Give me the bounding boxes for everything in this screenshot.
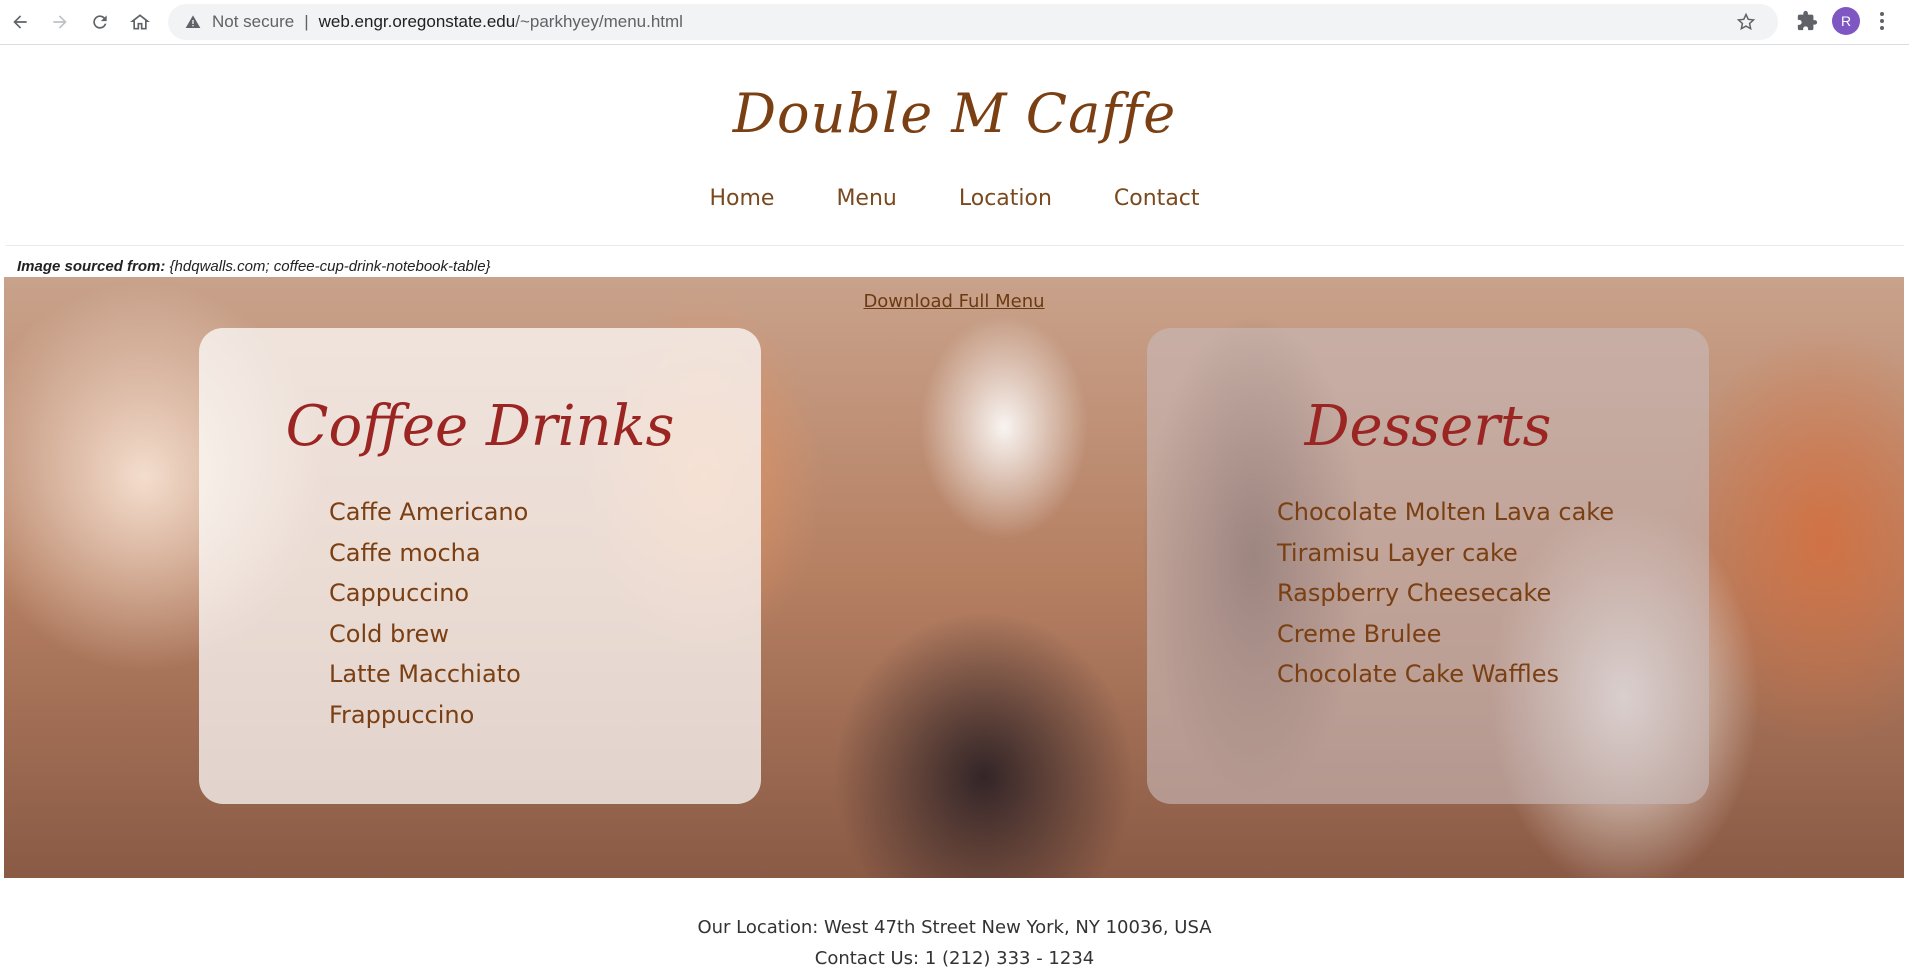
- image-credit: Image sourced from: {hdqwalls.com; coffe…: [17, 258, 491, 275]
- footer: Our Location: West 47th Street New York,…: [0, 912, 1909, 974]
- nav-menu[interactable]: Menu: [836, 186, 896, 211]
- coffee-drinks-heading: Coffee Drinks: [285, 394, 675, 459]
- nav-home[interactable]: Home: [709, 186, 774, 211]
- list-item: Chocolate Molten Lava cake: [1277, 498, 1615, 526]
- site-nav: Home Menu Location Contact: [0, 186, 1909, 211]
- security-label[interactable]: Not secure: [212, 12, 294, 32]
- address-bar[interactable]: Not secure | web.engr.oregonstate.edu/~p…: [168, 4, 1778, 40]
- desserts-heading: Desserts: [1304, 394, 1552, 459]
- list-item: Cold brew: [329, 619, 449, 648]
- header-divider: [5, 245, 1904, 246]
- url-text[interactable]: web.engr.oregonstate.edu/~parkhyey/menu.…: [319, 12, 683, 32]
- menu-hero-image: Download Full Menu Coffee Drinks Caffe A…: [4, 277, 1904, 878]
- list-item: Frappuccino: [329, 700, 475, 729]
- list-item: Caffe Americano: [329, 498, 529, 526]
- kebab-menu-icon[interactable]: [1876, 10, 1888, 32]
- list-item: Caffe mocha: [329, 538, 481, 567]
- home-icon[interactable]: [126, 8, 154, 36]
- coffee-drinks-card: Coffee Drinks Caffe Americano Caffe moch…: [199, 328, 761, 804]
- nav-contact[interactable]: Contact: [1114, 186, 1200, 211]
- star-icon[interactable]: [1736, 12, 1756, 32]
- reload-icon[interactable]: [86, 8, 114, 36]
- url-host: web.engr.oregonstate.edu: [318, 12, 516, 31]
- url-path: /~parkhyey/menu.html: [515, 12, 683, 31]
- list-item: Tiramisu Layer cake: [1277, 538, 1518, 567]
- list-item: Latte Macchiato: [329, 660, 521, 689]
- list-item: Creme Brulee: [1277, 619, 1442, 648]
- back-icon[interactable]: [6, 8, 34, 36]
- image-credit-label: Image sourced from:: [17, 258, 166, 275]
- list-item: Cappuccino: [329, 579, 470, 608]
- nav-location[interactable]: Location: [959, 186, 1052, 211]
- puzzle-icon[interactable]: [1796, 10, 1818, 32]
- footer-location: Our Location: West 47th Street New York,…: [697, 917, 1212, 938]
- warning-icon: [184, 13, 202, 31]
- list-item: Chocolate Cake Waffles: [1277, 660, 1559, 689]
- coffee-drinks-list: Caffe Americano Caffe mocha Cappuccino C…: [329, 492, 528, 736]
- avatar[interactable]: R: [1832, 7, 1860, 35]
- desserts-card: Desserts Chocolate Molten Lava cake Tira…: [1147, 328, 1709, 804]
- download-menu-link[interactable]: Download Full Menu: [4, 291, 1904, 312]
- forward-icon[interactable]: [46, 8, 74, 36]
- list-item: Raspberry Cheesecake: [1277, 579, 1552, 608]
- footer-contact: Contact Us: 1 (212) 333 - 1234: [814, 948, 1095, 969]
- desserts-list: Chocolate Molten Lava cake Tiramisu Laye…: [1277, 492, 1614, 695]
- image-credit-source: {hdqwalls.com; coffee-cup-drink-notebook…: [169, 258, 491, 275]
- site-title: Double M Caffe: [732, 82, 1177, 145]
- browser-toolbar: Not secure | web.engr.oregonstate.edu/~p…: [0, 0, 1909, 45]
- url-separator: |: [304, 12, 309, 31]
